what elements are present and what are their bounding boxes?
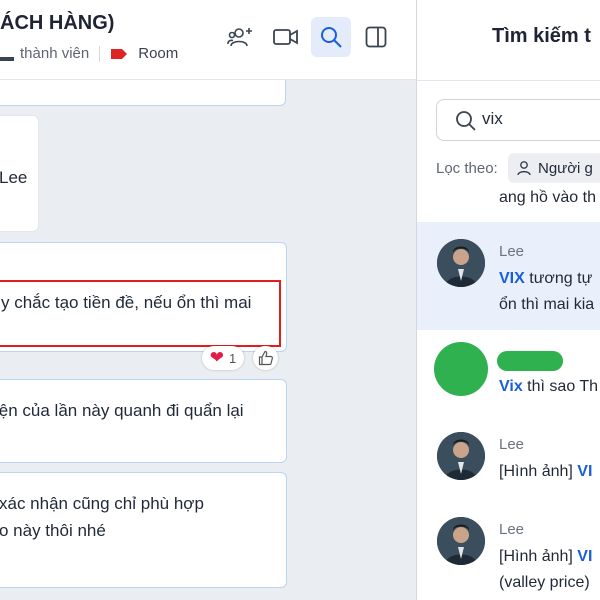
result-keyword: VIX <box>499 270 525 287</box>
message-text: iện của lần này quanh đi quẩn lại <box>0 401 244 420</box>
message-text-line: xác nhận cũng chỉ phù hợp <box>0 494 204 513</box>
thumbs-up-icon <box>258 350 273 366</box>
message-bubble[interactable] <box>0 80 286 106</box>
message-bubble[interactable]: Lee <box>0 115 39 232</box>
conversation-subinfo: thành viên Room <box>0 45 178 62</box>
result-text: Vix thì sao Th <box>499 374 598 400</box>
result-sender: Lee <box>499 436 525 453</box>
avatar <box>437 239 485 287</box>
result-text: ang hồ vào th <box>499 189 596 206</box>
search-button[interactable] <box>311 17 351 57</box>
result-text-line2: (valley price) <box>499 574 590 591</box>
search-icon <box>456 111 476 131</box>
chat-header: ÁCH HÀNG) thành viên Room <box>0 0 416 80</box>
result-sender: Lee <box>499 521 525 538</box>
result-prefix: [Hình ảnh] <box>499 548 578 565</box>
reaction-count: 1 <box>229 350 237 366</box>
person-icon <box>517 161 531 176</box>
panel-title: Tìm kiếm t <box>492 25 591 47</box>
add-group-icon <box>227 28 252 47</box>
filter-label: Lọc theo: <box>436 160 498 177</box>
result-item-active[interactable]: Lee VIX tương tự ổn thì mai kia <box>417 222 600 330</box>
tag-icon <box>111 48 128 59</box>
video-call-icon <box>273 29 298 45</box>
redacted-sender-name <box>497 351 563 371</box>
tag-label[interactable]: Room <box>138 45 178 62</box>
panel-divider-line <box>417 80 600 81</box>
result-sender: Lee <box>499 243 525 260</box>
members-label[interactable]: thành viên <box>20 45 89 62</box>
result-item[interactable]: Lee [Hình ảnh] VI (valley price) <box>417 500 600 600</box>
result-item[interactable]: Vix thì sao Th <box>417 330 600 415</box>
result-text: [Hình ảnh] VI <box>499 459 592 485</box>
search-box[interactable] <box>436 99 600 141</box>
reaction-badge[interactable]: ❤ 1 <box>202 346 244 370</box>
result-keyword: VI <box>577 463 593 480</box>
avatar <box>437 517 485 565</box>
result-text: VIX tương tự <box>499 266 592 292</box>
message-list[interactable]: Lee y chắc tạo tiền đề, nếu ổn thì mai ❤… <box>0 80 416 600</box>
filter-sender-chip[interactable]: Người g <box>508 153 600 183</box>
search-results[interactable]: ang hồ vào th Lee VIX tương tự ổn thì ma… <box>417 185 600 600</box>
result-text: [Hình ảnh] VI <box>499 544 592 570</box>
result-keyword: VI <box>577 548 593 565</box>
message-text: Lee <box>0 168 28 187</box>
result-snippet: thì sao Th <box>522 378 599 395</box>
result-keyword: Vix <box>499 378 523 395</box>
message-text: y chắc tạo tiền đề, nếu ổn thì mai <box>1 293 252 312</box>
message-bubble-highlighted[interactable]: y chắc tạo tiền đề, nếu ổn thì mai <box>0 242 287 352</box>
toggle-panel-button[interactable] <box>356 17 396 57</box>
avatar <box>434 342 488 396</box>
message-bubble[interactable]: iện của lần này quanh đi quẩn lại <box>0 379 287 463</box>
result-item[interactable]: Lee [Hình ảnh] VI <box>417 415 600 500</box>
member-count-fragment <box>0 56 14 61</box>
result-prefix: [Hình ảnh] <box>499 463 578 480</box>
video-call-button[interactable] <box>266 17 306 57</box>
result-snippet: tương tự <box>524 270 593 287</box>
filter-chip-label: Người g <box>538 159 593 177</box>
separator <box>99 45 101 62</box>
search-input[interactable] <box>482 109 600 129</box>
result-text-line2: ổn thì mai kia <box>499 296 595 313</box>
message-text-line: o này thôi nhé <box>0 521 106 540</box>
search-icon <box>321 27 342 48</box>
conversation-title: ÁCH HÀNG) <box>0 12 115 34</box>
toggle-panel-icon <box>365 26 387 48</box>
avatar <box>437 432 485 480</box>
like-button[interactable] <box>253 346 278 370</box>
heart-icon: ❤ <box>209 348 224 367</box>
add-group-button[interactable] <box>221 17 261 57</box>
message-bubble[interactable]: xác nhận cũng chỉ phù hợp o này thôi nhé <box>0 472 287 588</box>
search-panel: Tìm kiếm t Lọc theo: Người g ang hồ vào … <box>417 0 600 600</box>
result-item[interactable]: ang hồ vào th <box>417 185 600 219</box>
